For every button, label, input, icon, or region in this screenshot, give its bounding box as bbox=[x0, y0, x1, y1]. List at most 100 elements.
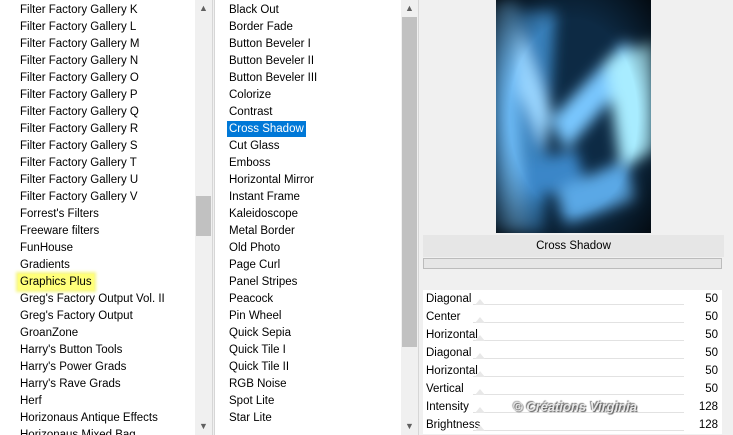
parameter-slider[interactable] bbox=[473, 340, 684, 341]
scroll-up-arrow-icon[interactable]: ▲ bbox=[401, 0, 418, 17]
category-item[interactable]: Freeware filters bbox=[18, 223, 101, 239]
parameter-value: 50 bbox=[705, 311, 718, 323]
parameter-label: Brightness bbox=[426, 419, 481, 431]
watermark-text: © Créations Virginia bbox=[513, 399, 637, 414]
slider-thumb-icon[interactable] bbox=[475, 317, 485, 323]
filter-item[interactable]: Metal Border bbox=[227, 223, 297, 239]
parameter-label: Horizontal bbox=[426, 365, 478, 377]
filter-item[interactable]: Cut Glass bbox=[227, 138, 282, 154]
filter-item[interactable]: Cross Shadow bbox=[227, 121, 306, 137]
parameter-value: 50 bbox=[705, 329, 718, 341]
scroll-down-arrow-icon[interactable]: ▼ bbox=[401, 418, 418, 435]
category-list[interactable]: Filter Factory Gallery K Filter Factory G… bbox=[0, 0, 195, 435]
category-item[interactable]: Filter Factory Gallery K bbox=[18, 2, 140, 18]
category-item[interactable]: Filter Factory Gallery N bbox=[18, 53, 140, 69]
filter-item[interactable]: Quick Tile II bbox=[227, 359, 291, 375]
category-item[interactable]: Horizonaus Antique Effects bbox=[18, 410, 160, 426]
parameter-label: Center bbox=[426, 311, 461, 323]
category-item[interactable]: Greg's Factory Output bbox=[18, 308, 135, 324]
filter-list[interactable]: Black Out Border Fade Button Beveler I Butt… bbox=[215, 0, 401, 435]
parameter-row: Diagonal 50 bbox=[423, 290, 722, 308]
category-item[interactable]: Harry's Rave Grads bbox=[18, 376, 123, 392]
parameter-value: 50 bbox=[705, 365, 718, 377]
filter-item[interactable]: Instant Frame bbox=[227, 189, 302, 205]
parameter-label: Diagonal bbox=[426, 347, 472, 359]
filter-item[interactable]: Page Curl bbox=[227, 257, 282, 273]
category-item[interactable]: Filter Factory Gallery P bbox=[18, 87, 140, 103]
parameter-row: Vertical 50 bbox=[423, 380, 722, 398]
filter-item[interactable]: RGB Noise bbox=[227, 376, 289, 392]
category-scroll-thumb[interactable] bbox=[196, 196, 211, 236]
parameter-slider[interactable] bbox=[473, 304, 684, 305]
slider-thumb-icon[interactable] bbox=[475, 407, 485, 413]
parameter-slider[interactable] bbox=[473, 376, 684, 377]
filter-list-panel: Black Out Border Fade Button Beveler I Butt… bbox=[214, 0, 419, 435]
parameter-slider[interactable] bbox=[473, 430, 684, 431]
slider-thumb-icon[interactable] bbox=[475, 353, 485, 359]
category-item[interactable]: Gradients bbox=[18, 257, 72, 273]
category-item[interactable]: Filter Factory Gallery M bbox=[18, 36, 142, 52]
category-item[interactable]: Filter Factory Gallery U bbox=[18, 172, 140, 188]
category-item[interactable]: Greg's Factory Output Vol. II bbox=[18, 291, 167, 307]
filter-item[interactable]: Button Beveler III bbox=[227, 70, 319, 86]
filter-scroll-thumb[interactable] bbox=[402, 17, 417, 347]
filter-item[interactable]: Quick Sepia bbox=[227, 325, 293, 341]
filter-item[interactable]: Button Beveler I bbox=[227, 36, 313, 52]
filter-item[interactable]: Quick Tile I bbox=[227, 342, 288, 358]
filter-item[interactable]: Black Out bbox=[227, 2, 281, 18]
slider-thumb-icon[interactable] bbox=[475, 371, 485, 377]
category-item[interactable]: Herf bbox=[18, 393, 44, 409]
scroll-up-arrow-icon[interactable]: ▲ bbox=[195, 0, 212, 17]
slider-thumb-icon[interactable] bbox=[475, 299, 485, 305]
filter-item[interactable]: Contrast bbox=[227, 104, 274, 120]
category-item[interactable]: Forrest's Filters bbox=[18, 206, 101, 222]
parameter-label: Diagonal bbox=[426, 293, 472, 305]
filter-item[interactable]: Kaleidoscope bbox=[227, 206, 300, 222]
parameter-slider[interactable] bbox=[473, 322, 684, 323]
category-item[interactable]: Filter Factory Gallery V bbox=[18, 189, 140, 205]
parameter-row: Horizontal 50 bbox=[423, 362, 722, 380]
parameter-row: Diagonal 50 bbox=[423, 344, 722, 362]
slider-thumb-icon[interactable] bbox=[475, 335, 485, 341]
category-item[interactable]: Filter Factory Gallery Q bbox=[18, 104, 141, 120]
category-item[interactable]: GroanZone bbox=[18, 325, 80, 341]
category-item[interactable]: Filter Factory Gallery O bbox=[18, 70, 141, 86]
category-item[interactable]: Filter Factory Gallery L bbox=[18, 19, 138, 35]
filter-name-display: Cross Shadow bbox=[423, 235, 724, 257]
parameter-value: 50 bbox=[705, 293, 718, 305]
filter-item[interactable]: Button Beveler II bbox=[227, 53, 316, 69]
category-item[interactable]: Filter Factory Gallery T bbox=[18, 155, 139, 171]
parameter-value: 50 bbox=[705, 347, 718, 359]
category-list-panel: Filter Factory Gallery K Filter Factory G… bbox=[0, 0, 213, 435]
parameter-label: Intensity bbox=[426, 401, 469, 413]
category-item[interactable]: Harry's Power Grads bbox=[18, 359, 128, 375]
category-item[interactable]: Harry's Button Tools bbox=[18, 342, 124, 358]
scroll-down-arrow-icon[interactable]: ▼ bbox=[195, 418, 212, 435]
filter-item[interactable]: Horizontal Mirror bbox=[227, 172, 316, 188]
filter-item[interactable]: Pin Wheel bbox=[227, 308, 283, 324]
parameter-value: 128 bbox=[698, 401, 718, 413]
filter-item[interactable]: Old Photo bbox=[227, 240, 282, 256]
parameter-row: Center 50 bbox=[423, 308, 722, 326]
filter-item[interactable]: Spot Lite bbox=[227, 393, 276, 409]
category-item[interactable]: Graphics Plus bbox=[18, 274, 94, 290]
parameter-row: Horizontal 50 bbox=[423, 326, 722, 344]
slider-thumb-icon[interactable] bbox=[475, 389, 485, 395]
filter-item[interactable]: Panel Stripes bbox=[227, 274, 299, 290]
parameter-row: Brightness 128 bbox=[423, 416, 722, 434]
category-item[interactable]: Horizonaus Mixed Bag bbox=[18, 427, 138, 435]
parameter-slider[interactable] bbox=[473, 394, 684, 395]
filter-item[interactable]: Star Lite bbox=[227, 410, 274, 426]
category-item[interactable]: Filter Factory Gallery S bbox=[18, 138, 140, 154]
filter-item[interactable]: Peacock bbox=[227, 291, 275, 307]
filter-item[interactable]: Colorize bbox=[227, 87, 273, 103]
category-item[interactable]: Filter Factory Gallery R bbox=[18, 121, 140, 137]
parameter-slider[interactable] bbox=[473, 358, 684, 359]
filter-scrollbar[interactable]: ▲ ▼ bbox=[401, 0, 418, 435]
category-scrollbar[interactable]: ▲ ▼ bbox=[195, 0, 212, 435]
preview-image bbox=[496, 0, 651, 233]
slider-thumb-icon[interactable] bbox=[475, 425, 485, 431]
filter-item[interactable]: Emboss bbox=[227, 155, 273, 171]
category-item[interactable]: FunHouse bbox=[18, 240, 75, 256]
filter-item[interactable]: Border Fade bbox=[227, 19, 295, 35]
